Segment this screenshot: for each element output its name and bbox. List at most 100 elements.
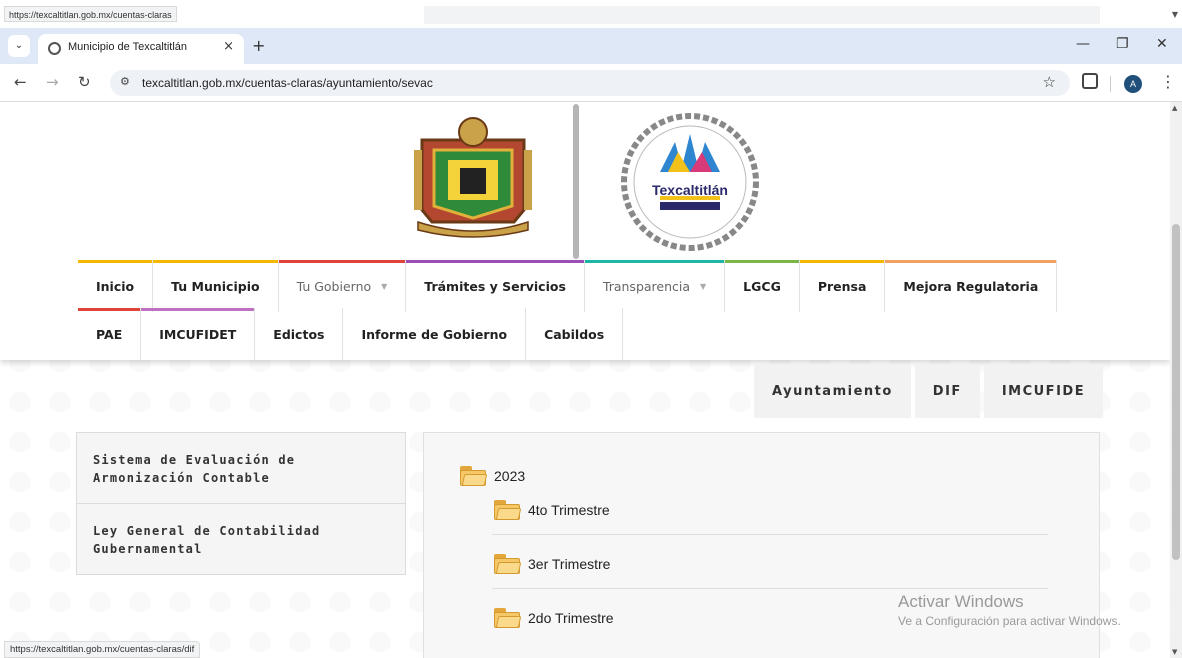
close-tab-icon[interactable]: × — [223, 39, 234, 54]
sidebar-menu: Sistema de Evaluación de Armonización Co… — [76, 432, 406, 575]
nav-item-label: Tu Gobierno — [296, 278, 372, 294]
tab-title: Municipio de Texcaltitlán — [68, 41, 188, 53]
nav-item-label: Transparencia — [602, 278, 691, 294]
row-divider — [492, 588, 1048, 589]
folder-label: 2do Trimestre — [528, 610, 614, 626]
minimize-window-button[interactable]: — — [1076, 36, 1090, 52]
row-divider — [492, 534, 1048, 535]
nav-item-label: PAE — [96, 326, 123, 342]
nav-accent-line — [78, 260, 153, 263]
page-viewport: Texcaltitlán Inicio Tu Municipio Tu Gobier… — [0, 102, 1170, 658]
site-header: Texcaltitlán Inicio Tu Municipio Tu Gobier… — [0, 102, 1170, 360]
nav-item-tu-gobierno[interactable]: Tu Gobierno ▼ — [278, 260, 407, 312]
scroll-down-arrow-icon[interactable]: ▼ — [1172, 648, 1177, 656]
nav-item-cabildos[interactable]: Cabildos — [526, 308, 624, 360]
folder-label: 4to Trimestre — [528, 502, 610, 518]
close-window-button[interactable]: ✕ — [1156, 36, 1168, 52]
chevron-down-icon: ▼ — [700, 281, 707, 291]
nav-item-label: Inicio — [96, 278, 135, 294]
address-bar[interactable]: ⚙ texcaltitlan.gob.mx/cuentas-claras/ayu… — [110, 70, 1070, 96]
nav-item-label: Edictos — [273, 326, 325, 342]
forward-arrow-icon[interactable]: → — [46, 73, 59, 91]
watermark-subtitle: Ve a Configuración para activar Windows. — [898, 614, 1121, 628]
watermark-title: Activar Windows — [898, 592, 1024, 611]
tab-search-dropdown-button[interactable]: ⌄ — [8, 35, 30, 57]
chevron-down-icon[interactable]: ▼ — [1172, 10, 1178, 19]
nav-accent-line — [278, 260, 406, 263]
sidebar-item-sistema-de-evaluacion-de-armonizacion-co[interactable]: Sistema de Evaluación de Armonización Co… — [77, 433, 405, 504]
nav-accent-line — [141, 308, 255, 311]
nav-item-label: Mejora Regulatoria — [903, 278, 1039, 294]
browser-tab-bar: ⌄ Municipio de Texcaltitlán × + — ❐ ✕ — [0, 28, 1182, 64]
nav-item-mejora-regulatoria[interactable]: Mejora Regulatoria — [885, 260, 1058, 312]
bookmark-star-icon[interactable]: ☆ — [1043, 73, 1056, 91]
folder-open-icon — [494, 500, 522, 520]
top-strip-bar — [424, 6, 1100, 24]
nav-item-label: Cabildos — [544, 326, 605, 342]
hover-url-tooltip: https://texcaltitlan.gob.mx/cuentas-clar… — [4, 6, 177, 22]
new-tab-button[interactable]: + — [252, 36, 265, 55]
nav-item-edictos[interactable]: Edictos — [255, 308, 344, 360]
chevron-down-icon: ▼ — [381, 281, 388, 291]
nav-accent-line — [725, 260, 799, 263]
nav-item-label: Informe de Gobierno — [361, 326, 508, 342]
folder-open-icon — [494, 608, 522, 628]
toolbar-separator — [1110, 76, 1111, 92]
nav-item-tu-municipio[interactable]: Tu Municipio — [153, 260, 279, 312]
address-url: texcaltitlan.gob.mx/cuentas-claras/ayunt… — [142, 76, 433, 90]
extensions-puzzle-icon[interactable] — [1082, 73, 1098, 89]
nav-item-pae[interactable]: PAE — [78, 308, 142, 360]
header-divider — [573, 104, 579, 259]
main-nav-row-2: PAE IMCUFIDET Edictos Informe de Gobierno Ca… — [78, 308, 624, 360]
nav-item-lgcg[interactable]: LGCG — [725, 260, 800, 312]
browser-tab-active[interactable]: Municipio de Texcaltitlán × — [38, 34, 244, 64]
browser-toolbar: ← → ↻ ⚙ texcaltitlan.gob.mx/cuentas-clar… — [0, 64, 1182, 102]
subtab-imcufide[interactable]: IMCUFIDE — [983, 364, 1104, 418]
nav-item-imcufidet[interactable]: IMCUFIDET — [141, 308, 256, 360]
folder-2do-trimestre[interactable]: 2do Trimestre — [494, 608, 614, 628]
nav-item-inicio[interactable]: Inicio — [78, 260, 154, 312]
windows-activation-watermark: Activar Windows Ve a Configuración para … — [898, 592, 1121, 628]
subtab-dif[interactable]: DIF — [914, 364, 980, 418]
nav-accent-line — [78, 308, 141, 311]
globe-icon — [48, 42, 61, 55]
nav-item-tramites-y-servicios[interactable]: Trámites y Servicios — [406, 260, 585, 312]
folder-label: 3er Trimestre — [528, 556, 611, 572]
nav-item-label: Trámites y Servicios — [424, 278, 566, 294]
nav-item-label: Tu Municipio — [171, 278, 260, 294]
logo-wordmark: Texcaltitlán — [652, 182, 728, 198]
folder-label: 2023 — [494, 468, 526, 484]
profile-avatar[interactable]: A — [1124, 75, 1142, 93]
sidebar-item-ley-general-de-contabilidad-gubernamenta[interactable]: Ley General de Contabilidad Gubernamenta… — [77, 504, 405, 574]
top-status-strip: https://texcaltitlan.gob.mx/cuentas-clar… — [0, 0, 1182, 28]
nav-accent-line — [885, 260, 1057, 263]
nav-item-label: IMCUFIDET — [159, 326, 237, 342]
municipal-coat-of-arms-icon — [414, 117, 532, 238]
nav-accent-line — [406, 260, 584, 263]
folder-3er-trimestre[interactable]: 3er Trimestre — [494, 554, 610, 574]
restore-window-button[interactable]: ❐ — [1116, 36, 1129, 52]
folder-open-icon — [494, 554, 522, 574]
nav-item-prensa[interactable]: Prensa — [799, 260, 886, 312]
chevron-down-icon: ⌄ — [14, 40, 24, 51]
nav-accent-line — [584, 260, 725, 263]
site-settings-icon[interactable]: ⚙ — [120, 75, 130, 88]
subtab-ayuntamiento[interactable]: Ayuntamiento — [754, 364, 911, 418]
reload-icon[interactable]: ↻ — [78, 73, 91, 91]
scroll-up-arrow-icon[interactable]: ▲ — [1172, 104, 1177, 112]
back-arrow-icon[interactable]: ← — [14, 73, 27, 91]
folder-year-2023[interactable]: 2023 — [460, 466, 525, 486]
scrollbar-thumb[interactable] — [1172, 224, 1180, 560]
folder-4to-trimestre[interactable]: 4to Trimestre — [494, 500, 610, 520]
nav-item-transparencia[interactable]: Transparencia ▼ — [584, 260, 726, 312]
page-scrollbar[interactable]: ▲ ▼ — [1170, 102, 1182, 658]
main-nav-row-1: Inicio Tu Municipio Tu Gobierno ▼ Trámites y… — [78, 260, 1058, 312]
nav-accent-line — [153, 260, 278, 263]
kebab-menu-icon[interactable]: ⋮ — [1160, 72, 1176, 91]
nav-item-informe-de-gobierno[interactable]: Informe de Gobierno — [343, 308, 527, 360]
status-bar-url: https://texcaltitlan.gob.mx/cuentas-clar… — [4, 641, 201, 658]
nav-item-label: LGCG — [743, 278, 781, 294]
folder-open-icon — [460, 466, 488, 486]
nav-item-label: Prensa — [817, 278, 867, 294]
nav-accent-line — [799, 260, 885, 263]
